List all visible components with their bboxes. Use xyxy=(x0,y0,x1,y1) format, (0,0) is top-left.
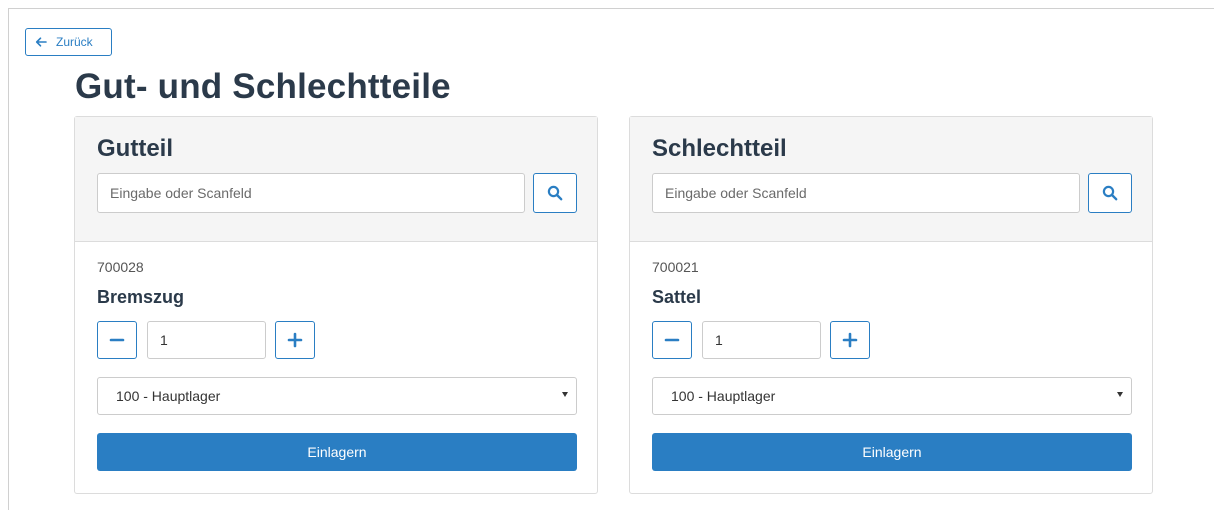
plus-icon xyxy=(842,332,858,348)
page-title: Gut- und Schlechtteile xyxy=(75,67,451,106)
good-part-location-select[interactable]: 100 - Hauptlager xyxy=(97,377,577,415)
minus-icon xyxy=(664,338,680,342)
arrow-left-icon xyxy=(35,37,47,47)
plus-icon xyxy=(287,332,303,348)
bad-part-increase-button[interactable] xyxy=(830,321,870,359)
bad-part-card-body: 700021 Sattel 100 - Hauptlager Einlagern xyxy=(630,243,1152,495)
bad-part-item-number: 700021 xyxy=(652,259,699,275)
bad-part-card: Schlechtteil 700021 Sattel 100 - Hauptla… xyxy=(629,116,1153,494)
good-part-decrease-button[interactable] xyxy=(97,321,137,359)
good-part-quantity-input[interactable] xyxy=(147,321,266,359)
good-part-search-button[interactable] xyxy=(533,173,577,213)
caret-down-icon xyxy=(562,392,568,397)
page-frame-left xyxy=(8,8,9,510)
back-button-label: Zurück xyxy=(56,35,93,49)
back-button[interactable]: Zurück xyxy=(25,28,112,56)
minus-icon xyxy=(109,338,125,342)
good-part-store-button[interactable]: Einlagern xyxy=(97,433,577,471)
page-frame-top xyxy=(8,8,1214,9)
bad-part-card-header: Schlechtteil xyxy=(630,117,1152,242)
bad-part-store-button[interactable]: Einlagern xyxy=(652,433,1132,471)
good-part-card-body: 700028 Bremszug 100 - Hauptlager Einlage… xyxy=(75,243,597,495)
good-part-increase-button[interactable] xyxy=(275,321,315,359)
bad-part-location-value: 100 - Hauptlager xyxy=(671,388,776,404)
bad-part-decrease-button[interactable] xyxy=(652,321,692,359)
caret-down-icon xyxy=(1117,392,1123,397)
bad-part-search-button[interactable] xyxy=(1088,173,1132,213)
good-part-card-header: Gutteil xyxy=(75,117,597,242)
bad-part-location-select[interactable]: 100 - Hauptlager xyxy=(652,377,1132,415)
bad-part-title: Schlechtteil xyxy=(652,135,787,162)
good-part-item-name: Bremszug xyxy=(97,287,185,307)
search-icon xyxy=(1102,185,1118,201)
good-part-search-input[interactable] xyxy=(97,173,525,213)
search-icon xyxy=(547,185,563,201)
good-part-location-value: 100 - Hauptlager xyxy=(116,388,221,404)
good-part-title: Gutteil xyxy=(97,135,173,162)
good-part-item-number: 700028 xyxy=(97,259,144,275)
bad-part-quantity-input[interactable] xyxy=(702,321,821,359)
bad-part-item-name: Sattel xyxy=(652,287,702,307)
bad-part-search-input[interactable] xyxy=(652,173,1080,213)
good-part-card: Gutteil 700028 Bremszug 100 - Hauptlager xyxy=(74,116,598,494)
